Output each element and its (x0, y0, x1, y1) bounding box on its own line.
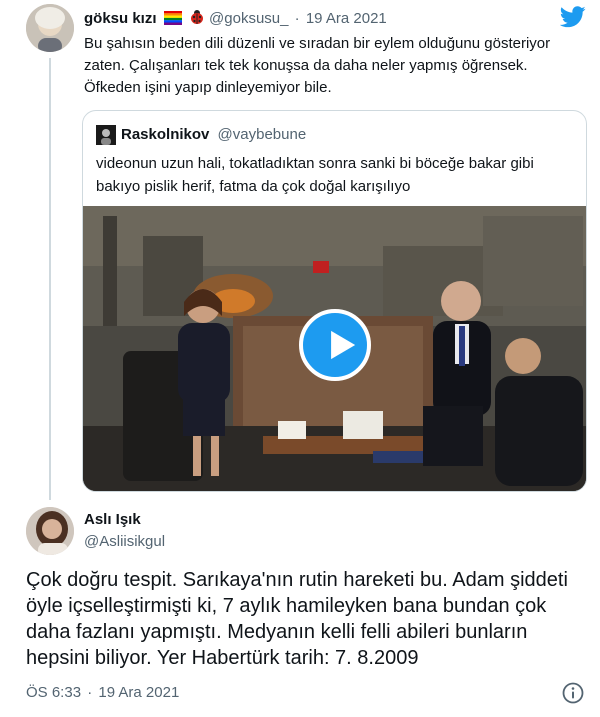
main-tweet[interactable]: Aslı Işık @Asliisikgul Çok doğru tespit.… (0, 500, 600, 717)
parent-tweet-text: Bu şahısın beden dili düzenli ve sıradan… (84, 35, 551, 96)
quoted-author-name: Raskolnikov (121, 126, 210, 143)
play-button[interactable] (299, 309, 371, 381)
quoted-tweet-card[interactable]: Raskolnikov @vaybebune videonun uzun hal… (82, 110, 587, 492)
tweet-date: 19 Ara 2021 (98, 684, 180, 701)
parent-tweet-header: göksu kızı @goksusu_ · 19 Ara 2021 (84, 9, 387, 29)
tweet-timestamp[interactable]: ÖS 6:33 · 19 Ara 2021 (26, 684, 179, 701)
twitter-bird-icon (559, 6, 586, 28)
main-author-name[interactable]: Aslı Işık (84, 511, 141, 528)
parent-tweet-date[interactable]: 19 Ara 2021 (306, 10, 387, 27)
info-icon[interactable] (561, 681, 585, 705)
parent-author-handle[interactable]: @goksusu_ (209, 10, 288, 27)
tweet-time: ÖS 6:33 (26, 684, 82, 701)
dot-separator: · (294, 10, 300, 27)
thread-connector-line (49, 58, 51, 500)
quoted-author-avatar (96, 125, 116, 145)
parent-tweet[interactable]: göksu kızı @goksusu_ · 19 Ara 2021 Bu şa… (0, 0, 600, 500)
quoted-author-info: Raskolnikov @vaybebune (121, 126, 306, 143)
rainbow-flag-emoji (163, 11, 182, 29)
tweet-thread: göksu kızı @goksusu_ · 19 Ara 2021 Bu şa… (0, 0, 600, 717)
parent-author-name[interactable]: göksu kızı (84, 10, 157, 27)
video-player[interactable] (83, 206, 586, 491)
quoted-author-handle: @vaybebune (217, 126, 307, 143)
main-tweet-text: Çok doğru tespit. Sarıkaya'nın rutin har… (26, 569, 568, 669)
parent-author-avatar[interactable] (26, 4, 74, 52)
play-icon (331, 330, 356, 360)
main-author-avatar[interactable] (26, 507, 74, 555)
quoted-tweet-text: videonun uzun hali, tokatladıktan sonra … (96, 155, 534, 195)
main-author-handle[interactable]: @Asliisikgul (84, 533, 165, 550)
ladybug-emoji (189, 9, 205, 29)
dot-separator: · (87, 684, 93, 701)
